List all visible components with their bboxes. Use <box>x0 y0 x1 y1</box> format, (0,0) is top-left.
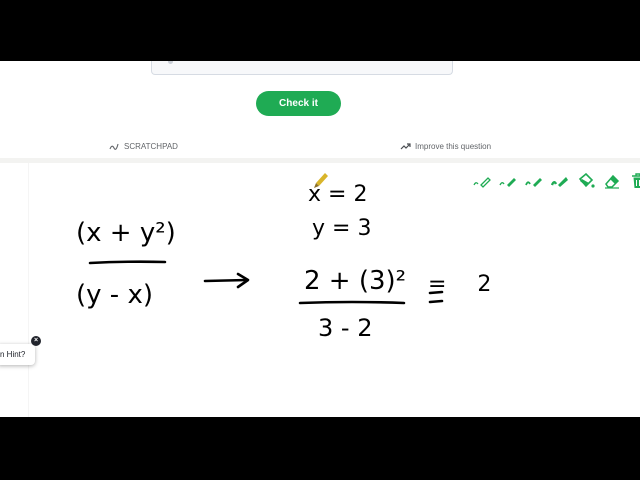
equals-bottom <box>428 299 444 304</box>
scratchpad-canvas[interactable]: (x + y²) (y - x) x = 2 y = 3 2 + (3)² 3 … <box>0 163 640 417</box>
scratchpad-label: SCRATCHPAD <box>124 141 178 151</box>
scratchpad-icon <box>109 143 119 150</box>
trend-icon <box>400 142 411 149</box>
scratchpad-toggle[interactable]: SCRATCHPAD <box>109 139 178 153</box>
right-fraction-bar <box>298 300 406 305</box>
given-y: y = 3 <box>312 216 371 241</box>
left-numerator: (x + y²) <box>76 218 176 248</box>
check-answer-button[interactable]: Check it <box>256 91 341 116</box>
exercise-frame: Check it SCRATCHPAD Improve this questio… <box>0 61 640 417</box>
improve-question-link[interactable]: Improve this question <box>400 139 491 153</box>
handwritten-work: (x + y²) (y - x) x = 2 y = 3 2 + (3)² 3 … <box>76 173 503 342</box>
right-denominator: 3 - 2 <box>318 314 372 342</box>
hint-button[interactable]: n Hint? <box>0 344 35 365</box>
given-x: x = 2 <box>308 182 367 207</box>
answer-input-area[interactable] <box>151 61 453 75</box>
arrow-shaft <box>203 278 249 283</box>
improve-question-label: Improve this question <box>415 141 492 151</box>
right-numerator: 2 + (3)² <box>304 266 406 296</box>
result: = 2 <box>428 272 503 297</box>
input-cursor-dot <box>168 61 173 64</box>
left-denominator: (y - x) <box>76 280 153 310</box>
left-fraction-bar <box>88 260 167 265</box>
hint-label: n Hint? <box>0 350 26 359</box>
hint-close-icon[interactable]: × <box>31 336 41 346</box>
